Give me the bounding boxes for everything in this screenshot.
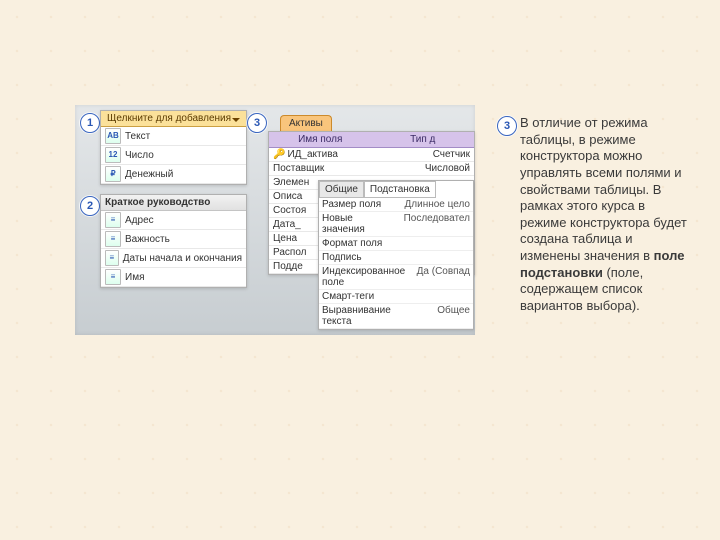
property-label: Новые значения: [319, 212, 396, 236]
design-table-tab[interactable]: Активы: [280, 115, 332, 131]
number-type-icon: 12: [105, 147, 121, 163]
list-item[interactable]: ≡ Важность: [101, 230, 246, 249]
dropdown-item-currency[interactable]: ₽ Денежный: [101, 165, 246, 184]
property-row[interactable]: Смарт-теги: [319, 290, 473, 304]
properties-tab-lookup[interactable]: Подстановка: [364, 181, 436, 198]
field-template-icon: ≡: [105, 269, 121, 285]
property-value: Да (Совпад: [408, 265, 473, 289]
dropdown-header[interactable]: Щелкните для добавления: [101, 111, 246, 127]
dropdown-item-text[interactable]: AB Текст: [101, 127, 246, 146]
callout-badge-1: 1: [80, 113, 100, 133]
paragraph-part1: В отличие от режима таблицы, в режиме ко…: [520, 115, 687, 263]
property-label: Индексированное поле: [319, 265, 408, 289]
field-name: Поставщик: [269, 162, 372, 175]
datatype-dropdown-panel: Щелкните для добавления AB Текст 12 Числ…: [100, 110, 247, 185]
callout-badge-2: 2: [80, 196, 100, 216]
field-name: ИД_актива: [287, 149, 338, 160]
property-value: [396, 290, 473, 303]
property-row[interactable]: Индексированное полеДа (Совпад: [319, 265, 473, 290]
property-value: [396, 237, 473, 250]
field-template-icon: ≡: [105, 250, 119, 266]
property-row[interactable]: Новые значенияПоследовател: [319, 212, 473, 237]
quick-reference-panel: Краткое руководство ≡Адрес ≡Важность ≡Да…: [100, 194, 247, 288]
property-tabs: Общие Подстановка: [319, 181, 473, 198]
list-item-label: Важность: [125, 234, 170, 245]
property-label: Смарт-теги: [319, 290, 396, 303]
property-label: Формат поля: [319, 237, 396, 250]
property-label: Размер поля: [319, 198, 396, 211]
callout-badge-3: 3: [247, 113, 267, 133]
property-label: Выравнивание текста: [319, 304, 396, 328]
quick-reference-header: Краткое руководство: [101, 195, 246, 211]
property-row[interactable]: Формат поля: [319, 237, 473, 251]
list-item-label: Даты начала и окончания: [123, 253, 242, 264]
field-type: Счетчик: [372, 148, 475, 161]
list-item[interactable]: ≡ Даты начала и окончания: [101, 249, 246, 268]
callout-badge-3b: 3: [497, 116, 517, 136]
field-template-icon: ≡: [105, 231, 121, 247]
list-item[interactable]: ≡ Адрес: [101, 211, 246, 230]
design-grid-header: Имя поля Тип д: [269, 132, 474, 148]
field-template-icon: ≡: [105, 212, 121, 228]
property-value: Последовател: [396, 212, 473, 236]
column-header-type: Тип д: [372, 132, 475, 147]
table-row[interactable]: 🔑ИД_актива Счетчик: [269, 148, 474, 162]
property-row[interactable]: Выравнивание текстаОбщее: [319, 304, 473, 329]
currency-type-icon: ₽: [105, 166, 121, 182]
field-properties-panel: Общие Подстановка Размер поляДлинное цел…: [318, 180, 474, 330]
table-row[interactable]: ПоставщикЧисловой: [269, 162, 474, 176]
property-value: Длинное цело: [396, 198, 473, 211]
field-type: Числовой: [372, 162, 475, 175]
dropdown-item-number[interactable]: 12 Число: [101, 146, 246, 165]
dropdown-label: Число: [125, 150, 154, 161]
list-item[interactable]: ≡ Имя: [101, 268, 246, 287]
list-item-label: Адрес: [125, 215, 154, 226]
property-value: Общее: [396, 304, 473, 328]
dropdown-label: Денежный: [125, 169, 173, 180]
primary-key-icon: 🔑: [273, 149, 285, 160]
property-row[interactable]: Подпись: [319, 251, 473, 265]
column-header-field: Имя поля: [269, 132, 372, 147]
property-value: [396, 251, 473, 264]
text-type-icon: AB: [105, 128, 121, 144]
properties-tab-general[interactable]: Общие: [319, 181, 364, 198]
property-row[interactable]: Размер поляДлинное цело: [319, 198, 473, 212]
property-label: Подпись: [319, 251, 396, 264]
list-item-label: Имя: [125, 272, 144, 283]
dropdown-label: Текст: [125, 131, 150, 142]
explanation-text: В отличие от режима таблицы, в режиме ко…: [520, 115, 690, 315]
